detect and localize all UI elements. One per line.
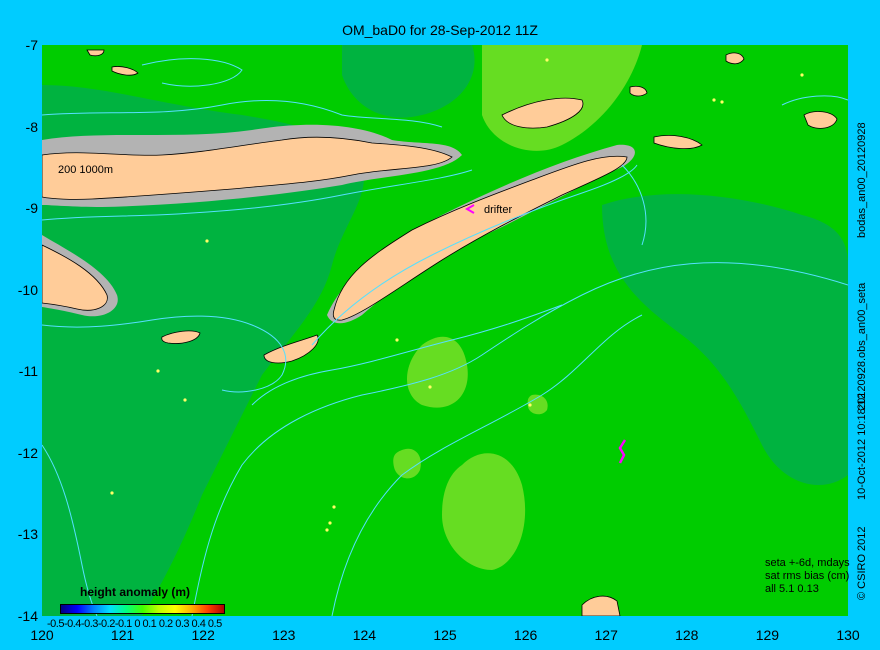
obs-point [156,369,160,373]
obs-point [545,58,549,62]
legend-title: height anomaly (m) [80,585,191,599]
stats-line: sat rms bias (cm) [765,570,850,582]
side-label-date: 10-Oct-2012 10:18:12 [856,392,868,500]
legend-colorbar [60,604,225,614]
y-tick-label: -8 [25,118,38,135]
legend-ticks: -0.5-0.4-0.3-0.2-0.1 0 0.1 0.2 0.3 0.4 0… [47,618,222,630]
side-label-copyright: © CSIRO 2012 [856,526,868,600]
y-tick-label: -14 [17,608,38,624]
side-label-bodas: bodas_an00_20120928 [856,122,868,238]
y-tick-label: -12 [17,444,38,461]
obs-point [428,385,432,389]
x-tick-label: 124 [352,627,377,643]
y-tick-label: -7 [25,37,38,53]
obs-point [328,521,332,525]
y-tick-label: -9 [25,200,38,217]
stats-box: seta +-6d, mdays sat rms bias (cm) all 5… [765,557,850,596]
x-tick-label: 130 [836,627,860,643]
obs-point [720,100,724,104]
sea-level-map[interactable]: 200 1000m drifter [42,45,848,616]
map-area[interactable]: 200 1000m drifter [42,45,848,616]
obs-point [205,239,209,243]
obs-point [712,98,716,102]
x-tick-label: 128 [675,627,699,643]
map-title: OM_baD0 for 28-Sep-2012 11Z [342,22,538,38]
x-tick-label: 127 [594,627,618,643]
y-tick-label: -11 [18,363,38,380]
drifter-label: drifter [484,204,512,216]
x-tick-label: 126 [513,627,538,643]
x-tick-label: 125 [433,627,457,643]
obs-point [183,398,187,402]
side-label-obs: 20120928.obs_an00_seta [856,282,868,410]
x-tick-label: 129 [755,627,780,643]
obs-point [110,491,114,495]
y-tick-label: -10 [17,281,38,298]
obs-point [528,403,532,407]
x-tick-label: 123 [272,627,296,643]
stats-line: seta +-6d, mdays [765,557,850,569]
isobath-label: 200 1000m [58,164,113,176]
y-tick-label: -13 [17,526,38,543]
obs-point [325,528,329,532]
obs-point [800,73,804,77]
stats-line: all 5.1 0.13 [765,583,819,595]
obs-point [395,338,399,342]
obs-point [332,505,336,509]
